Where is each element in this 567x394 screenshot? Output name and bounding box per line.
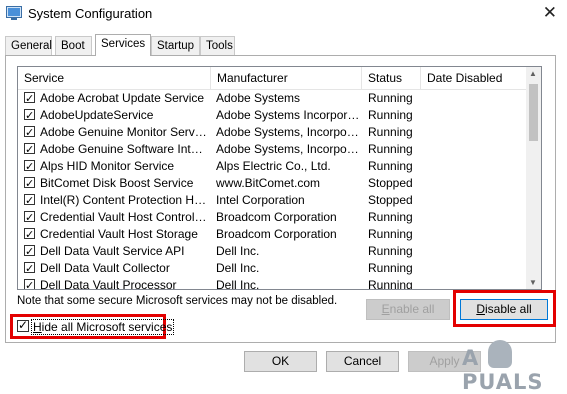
service-status: Stopped [368, 176, 413, 190]
tab-boot[interactable]: Boot [55, 36, 92, 55]
service-manufacturer: www.BitComet.com [216, 176, 321, 190]
service-name: Credential Vault Host Storage [40, 227, 198, 241]
service-checkbox[interactable] [24, 141, 35, 158]
column-header-service[interactable]: Service [18, 67, 211, 89]
table-row[interactable]: Adobe Acrobat Update Service Adobe System… [18, 90, 527, 107]
service-status: Running [368, 210, 413, 224]
service-checkbox[interactable] [24, 243, 35, 260]
note-text: Note that some secure Microsoft services… [17, 295, 338, 307]
table-row[interactable]: Adobe Genuine Monitor Service Adobe Syste… [18, 124, 527, 141]
table-row[interactable]: AdobeUpdateService Adobe Systems Incorpor… [18, 107, 527, 124]
hide-ms-rest: ide all Microsoft services [41, 320, 173, 334]
table-row[interactable]: Adobe Genuine Software Integri... Adobe S… [18, 141, 527, 158]
accel-h: H [33, 320, 42, 334]
service-status: Running [368, 278, 413, 290]
service-manufacturer: Dell Inc. [216, 278, 260, 290]
services-list[interactable]: Service Manufacturer Status Date Disable… [17, 66, 542, 290]
service-manufacturer: Alps Electric Co., Ltd. [216, 159, 331, 173]
service-status: Running [368, 159, 413, 173]
service-checkbox[interactable] [24, 260, 35, 277]
service-status: Running [368, 244, 413, 258]
title-bar: System Configuration ✕ [0, 0, 567, 28]
enable-all-button[interactable]: Enable all [366, 299, 450, 320]
service-rows: Adobe Acrobat Update Service Adobe System… [18, 90, 527, 290]
column-header-manufacturer[interactable]: Manufacturer [211, 67, 362, 89]
service-status: Running [368, 227, 413, 241]
window-title: System Configuration [28, 6, 153, 21]
service-checkbox[interactable] [24, 158, 35, 175]
service-name: Credential Vault Host Control Se... [40, 210, 208, 224]
service-manufacturer: Broadcom Corporation [216, 227, 337, 241]
service-checkbox[interactable] [24, 90, 35, 107]
service-manufacturer: Dell Inc. [216, 244, 260, 258]
service-manufacturer: Adobe Systems Incorporated [216, 108, 360, 122]
service-name: AdobeUpdateService [40, 108, 154, 122]
service-manufacturer: Adobe Systems [216, 91, 301, 105]
tab-general[interactable]: General [5, 36, 52, 55]
cancel-button[interactable]: Cancel [326, 351, 399, 372]
service-checkbox[interactable] [24, 226, 35, 243]
tab-startup[interactable]: Startup [151, 36, 200, 55]
service-name: Dell Data Vault Processor [40, 278, 177, 290]
service-name: Intel(R) Content Protection HEC... [40, 193, 208, 207]
column-header-status[interactable]: Status [362, 67, 421, 89]
service-name: Adobe Acrobat Update Service [40, 91, 205, 105]
vertical-scrollbar[interactable]: ▲ ▼ [526, 67, 541, 289]
service-manufacturer: Intel Corporation [216, 193, 305, 207]
service-status: Running [368, 142, 413, 156]
ok-button[interactable]: OK [244, 351, 317, 372]
table-row[interactable]: Alps HID Monitor Service Alps Electric Co… [18, 158, 527, 175]
service-manufacturer: Adobe Systems, Incorpora... [216, 142, 360, 156]
scroll-thumb[interactable] [529, 84, 538, 141]
service-name: BitComet Disk Boost Service [40, 176, 194, 190]
service-manufacturer: Broadcom Corporation [216, 210, 337, 224]
table-row[interactable]: Intel(R) Content Protection HEC... Intel … [18, 192, 527, 209]
scroll-up-icon[interactable]: ▲ [529, 69, 537, 78]
table-row[interactable]: Dell Data Vault Processor Dell Inc. Runnin… [18, 277, 527, 290]
table-row[interactable]: Dell Data Vault Service API Dell Inc. Runn… [18, 243, 527, 260]
watermark-logo: A PUALS [462, 346, 544, 394]
tab-tools[interactable]: Tools [200, 36, 235, 55]
service-checkbox[interactable] [24, 277, 35, 289]
service-manufacturer: Adobe Systems, Incorpora... [216, 125, 360, 139]
service-checkbox[interactable] [24, 209, 35, 226]
service-status: Running [368, 91, 413, 105]
accel-e: E [381, 302, 390, 316]
accel-d: D [476, 302, 485, 316]
system-configuration-icon [6, 6, 22, 20]
service-manufacturer: Dell Inc. [216, 261, 260, 275]
service-checkbox[interactable] [24, 175, 35, 192]
service-name: Adobe Genuine Monitor Service [40, 125, 208, 139]
hide-microsoft-services-label[interactable]: Hide all Microsoft services [31, 319, 175, 335]
enable-all-rest: nable all [389, 302, 435, 316]
service-status: Stopped [368, 193, 413, 207]
disable-all-button[interactable]: Disable all [460, 299, 548, 320]
table-row[interactable]: Credential Vault Host Storage Broadcom Co… [18, 226, 527, 243]
scroll-down-icon[interactable]: ▼ [529, 278, 537, 287]
service-status: Running [368, 125, 413, 139]
table-row[interactable]: Credential Vault Host Control Se... Broad… [18, 209, 527, 226]
list-header: Service Manufacturer Status Date Disable… [18, 67, 527, 90]
close-icon[interactable]: ✕ [543, 3, 557, 23]
service-name: Alps HID Monitor Service [40, 159, 175, 173]
service-checkbox[interactable] [24, 124, 35, 141]
checkbox-checked-icon[interactable] [17, 318, 29, 332]
service-name: Dell Data Vault Service API [40, 244, 185, 258]
table-row[interactable]: Dell Data Vault Collector Dell Inc. Runnin… [18, 260, 527, 277]
service-status: Running [368, 108, 413, 122]
service-name: Dell Data Vault Collector [40, 261, 170, 275]
service-name: Adobe Genuine Software Integri... [40, 142, 208, 156]
tab-services[interactable]: Services [95, 34, 151, 56]
service-checkbox[interactable] [24, 192, 35, 209]
column-header-date-disabled[interactable]: Date Disabled [421, 67, 527, 89]
table-row[interactable]: BitComet Disk Boost Service www.BitComet.… [18, 175, 527, 192]
service-checkbox[interactable] [24, 107, 35, 124]
service-status: Running [368, 261, 413, 275]
disable-all-rest: isable all [484, 302, 532, 316]
